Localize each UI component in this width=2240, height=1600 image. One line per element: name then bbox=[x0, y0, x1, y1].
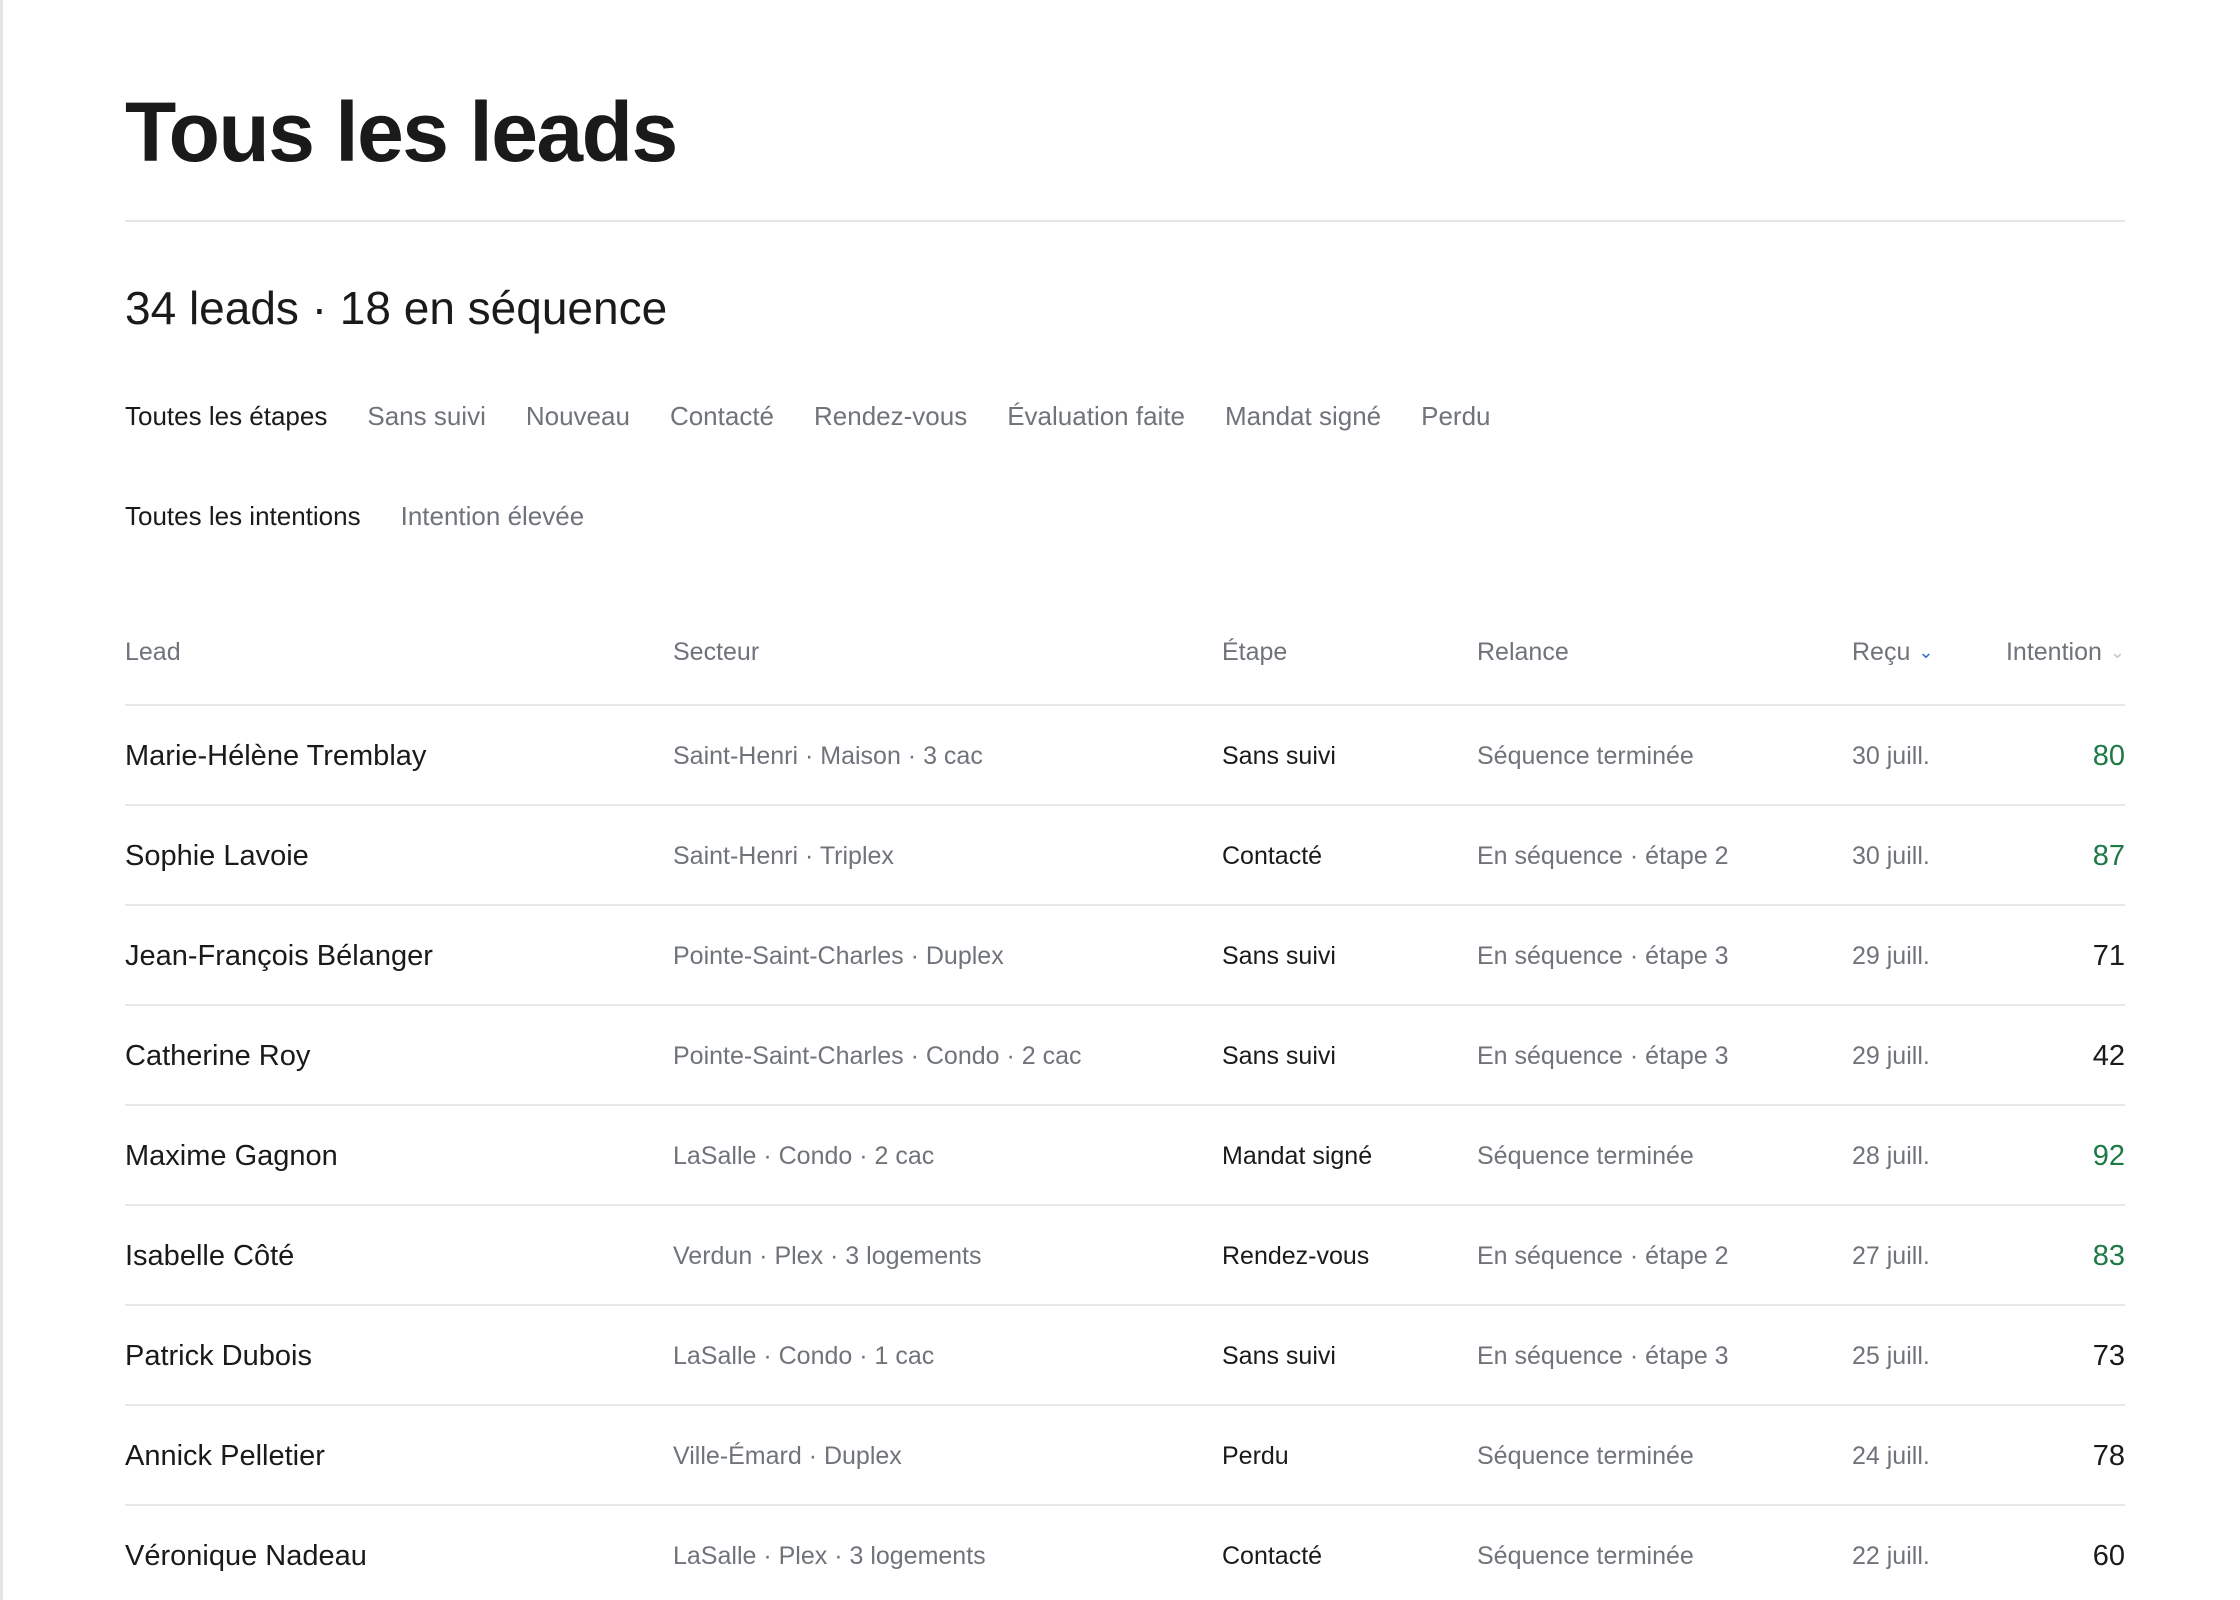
stage-filter-1[interactable]: Sans suivi bbox=[367, 398, 486, 434]
lead-sector: Ville-Émard · Duplex bbox=[673, 1442, 902, 1470]
lead-name[interactable]: Maxime Gagnon bbox=[125, 1106, 338, 1206]
lead-intention-score: 78 bbox=[2092, 1440, 2125, 1472]
table-row[interactable]: Sophie Lavoie Saint-Henri · Triplex Contac… bbox=[125, 804, 2125, 904]
leads-table-body: Marie-Hélène Tremblay Saint-Henri · Maiso… bbox=[125, 704, 2125, 1600]
lead-name[interactable]: Annick Pelletier bbox=[125, 1406, 325, 1506]
stage-filter-5[interactable]: Évaluation faite bbox=[1007, 398, 1185, 434]
lead-received-date: 28 juill. bbox=[1852, 1142, 1930, 1170]
lead-sector: LaSalle · Condo · 1 cac bbox=[673, 1342, 935, 1370]
column-header-received-label: Reçu bbox=[1852, 638, 1911, 666]
lead-sector: Saint-Henri · Triplex bbox=[673, 842, 894, 870]
lead-stage: Rendez-vous bbox=[1222, 1242, 1370, 1270]
lead-relance: En séquence · étape 2 bbox=[1477, 842, 1729, 870]
table-row[interactable]: Patrick Dubois LaSalle · Condo · 1 cac San… bbox=[125, 1304, 2125, 1404]
lead-stage: Sans suivi bbox=[1222, 1042, 1336, 1070]
column-header-sector[interactable]: Secteur bbox=[673, 632, 759, 672]
stage-filter-7[interactable]: Perdu bbox=[1421, 398, 1490, 434]
lead-stage: Contacté bbox=[1222, 842, 1323, 870]
lead-stage: Mandat signé bbox=[1222, 1142, 1373, 1170]
lead-intention-score: 60 bbox=[2092, 1540, 2125, 1572]
lead-relance: Séquence terminée bbox=[1477, 1142, 1694, 1170]
lead-name[interactable]: Patrick Dubois bbox=[125, 1306, 312, 1406]
lead-received-date: 22 juill. bbox=[1852, 1542, 1930, 1570]
stage-filter-3[interactable]: Contacté bbox=[670, 398, 774, 434]
column-header-stage[interactable]: Étape bbox=[1222, 632, 1287, 672]
lead-received-date: 30 juill. bbox=[1852, 742, 1930, 770]
table-row[interactable]: Véronique Nadeau LaSalle · Plex · 3 logem… bbox=[125, 1504, 2125, 1600]
lead-intention-score: 71 bbox=[2092, 940, 2125, 972]
lead-name[interactable]: Véronique Nadeau bbox=[125, 1506, 367, 1600]
column-header-received[interactable]: Reçu ⌄ bbox=[1852, 632, 1933, 672]
intent-filter-1[interactable]: Intention élevée bbox=[401, 498, 585, 534]
lead-name[interactable]: Marie-Hélène Tremblay bbox=[125, 706, 426, 806]
leads-summary: 34 leads · 18 en séquence bbox=[125, 282, 668, 334]
lead-sector: LaSalle · Plex · 3 logements bbox=[673, 1542, 986, 1570]
column-header-relance[interactable]: Relance bbox=[1477, 632, 1569, 672]
lead-received-date: 29 juill. bbox=[1852, 942, 1930, 970]
lead-relance: En séquence · étape 3 bbox=[1477, 942, 1729, 970]
page: Tous les leads 34 leads · 18 en séquence… bbox=[0, 0, 2240, 1600]
stage-filter-bar: Toutes les étapes Sans suivi Nouveau Contac… bbox=[125, 398, 1491, 434]
lead-sector: Verdun · Plex · 3 logements bbox=[673, 1242, 982, 1270]
column-header-intention-label: Intention bbox=[2005, 638, 2102, 666]
lead-stage: Sans suivi bbox=[1222, 742, 1336, 770]
lead-intention-score: 73 bbox=[2092, 1340, 2125, 1372]
lead-name[interactable]: Catherine Roy bbox=[125, 1006, 310, 1106]
lead-received-date: 30 juill. bbox=[1852, 842, 1930, 870]
table-row[interactable]: Marie-Hélène Tremblay Saint-Henri · Maiso… bbox=[125, 704, 2125, 804]
lead-received-date: 27 juill. bbox=[1852, 1242, 1930, 1270]
lead-relance: En séquence · étape 3 bbox=[1477, 1042, 1729, 1070]
lead-name[interactable]: Isabelle Côté bbox=[125, 1206, 294, 1306]
lead-intention-score: 87 bbox=[2092, 840, 2125, 872]
lead-intention-score: 92 bbox=[2092, 1140, 2125, 1172]
table-row[interactable]: Jean-François Bélanger Pointe-Saint-Charl… bbox=[125, 904, 2125, 1004]
stage-filter-2[interactable]: Nouveau bbox=[526, 398, 630, 434]
lead-relance: Séquence terminée bbox=[1477, 742, 1694, 770]
stage-filter-0[interactable]: Toutes les étapes bbox=[125, 398, 327, 434]
table-row[interactable]: Isabelle Côté Verdun · Plex · 3 logements… bbox=[125, 1204, 2125, 1304]
table-row[interactable]: Catherine Roy Pointe-Saint-Charles · Cond… bbox=[125, 1004, 2125, 1104]
page-title: Tous les leads bbox=[125, 85, 678, 179]
stage-filter-6[interactable]: Mandat signé bbox=[1225, 398, 1381, 434]
lead-sector: Pointe-Saint-Charles · Condo · 2 cac bbox=[673, 1042, 1082, 1070]
stage-filter-4[interactable]: Rendez-vous bbox=[814, 398, 967, 434]
title-divider bbox=[125, 220, 2125, 222]
lead-stage: Contacté bbox=[1222, 1542, 1323, 1570]
lead-received-date: 25 juill. bbox=[1852, 1342, 1930, 1370]
chevron-down-icon: ⌄ bbox=[2109, 642, 2125, 662]
lead-relance: En séquence · étape 3 bbox=[1477, 1342, 1729, 1370]
column-header-lead[interactable]: Lead bbox=[125, 632, 181, 672]
left-border bbox=[0, 0, 3, 1600]
table-row[interactable]: Annick Pelletier Ville-Émard · Duplex Perd… bbox=[125, 1404, 2125, 1504]
lead-sector: LaSalle · Condo · 2 cac bbox=[673, 1142, 935, 1170]
intent-filter-bar: Toutes les intentions Intention élevée bbox=[125, 498, 584, 534]
lead-name[interactable]: Jean-François Bélanger bbox=[125, 906, 433, 1006]
lead-relance: Séquence terminée bbox=[1477, 1442, 1694, 1470]
lead-received-date: 29 juill. bbox=[1852, 1042, 1930, 1070]
lead-stage: Perdu bbox=[1222, 1442, 1289, 1470]
lead-name[interactable]: Sophie Lavoie bbox=[125, 806, 309, 906]
lead-intention-score: 80 bbox=[2092, 740, 2125, 772]
lead-received-date: 24 juill. bbox=[1852, 1442, 1930, 1470]
lead-intention-score: 83 bbox=[2092, 1240, 2125, 1272]
lead-relance: En séquence · étape 2 bbox=[1477, 1242, 1729, 1270]
table-header: Lead Secteur Étape Relance Reçu ⌄ Intenti… bbox=[125, 632, 2125, 672]
chevron-down-icon: ⌄ bbox=[1918, 642, 1934, 662]
lead-stage: Sans suivi bbox=[1222, 942, 1336, 970]
lead-sector: Saint-Henri · Maison · 3 cac bbox=[673, 742, 983, 770]
column-header-intention[interactable]: Intention ⌄ bbox=[2006, 632, 2125, 672]
table-row[interactable]: Maxime Gagnon LaSalle · Condo · 2 cac Mand… bbox=[125, 1104, 2125, 1204]
intent-filter-0[interactable]: Toutes les intentions bbox=[125, 498, 361, 534]
lead-stage: Sans suivi bbox=[1222, 1342, 1336, 1370]
lead-sector: Pointe-Saint-Charles · Duplex bbox=[673, 942, 1004, 970]
lead-relance: Séquence terminée bbox=[1477, 1542, 1694, 1570]
lead-intention-score: 42 bbox=[2092, 1040, 2125, 1072]
